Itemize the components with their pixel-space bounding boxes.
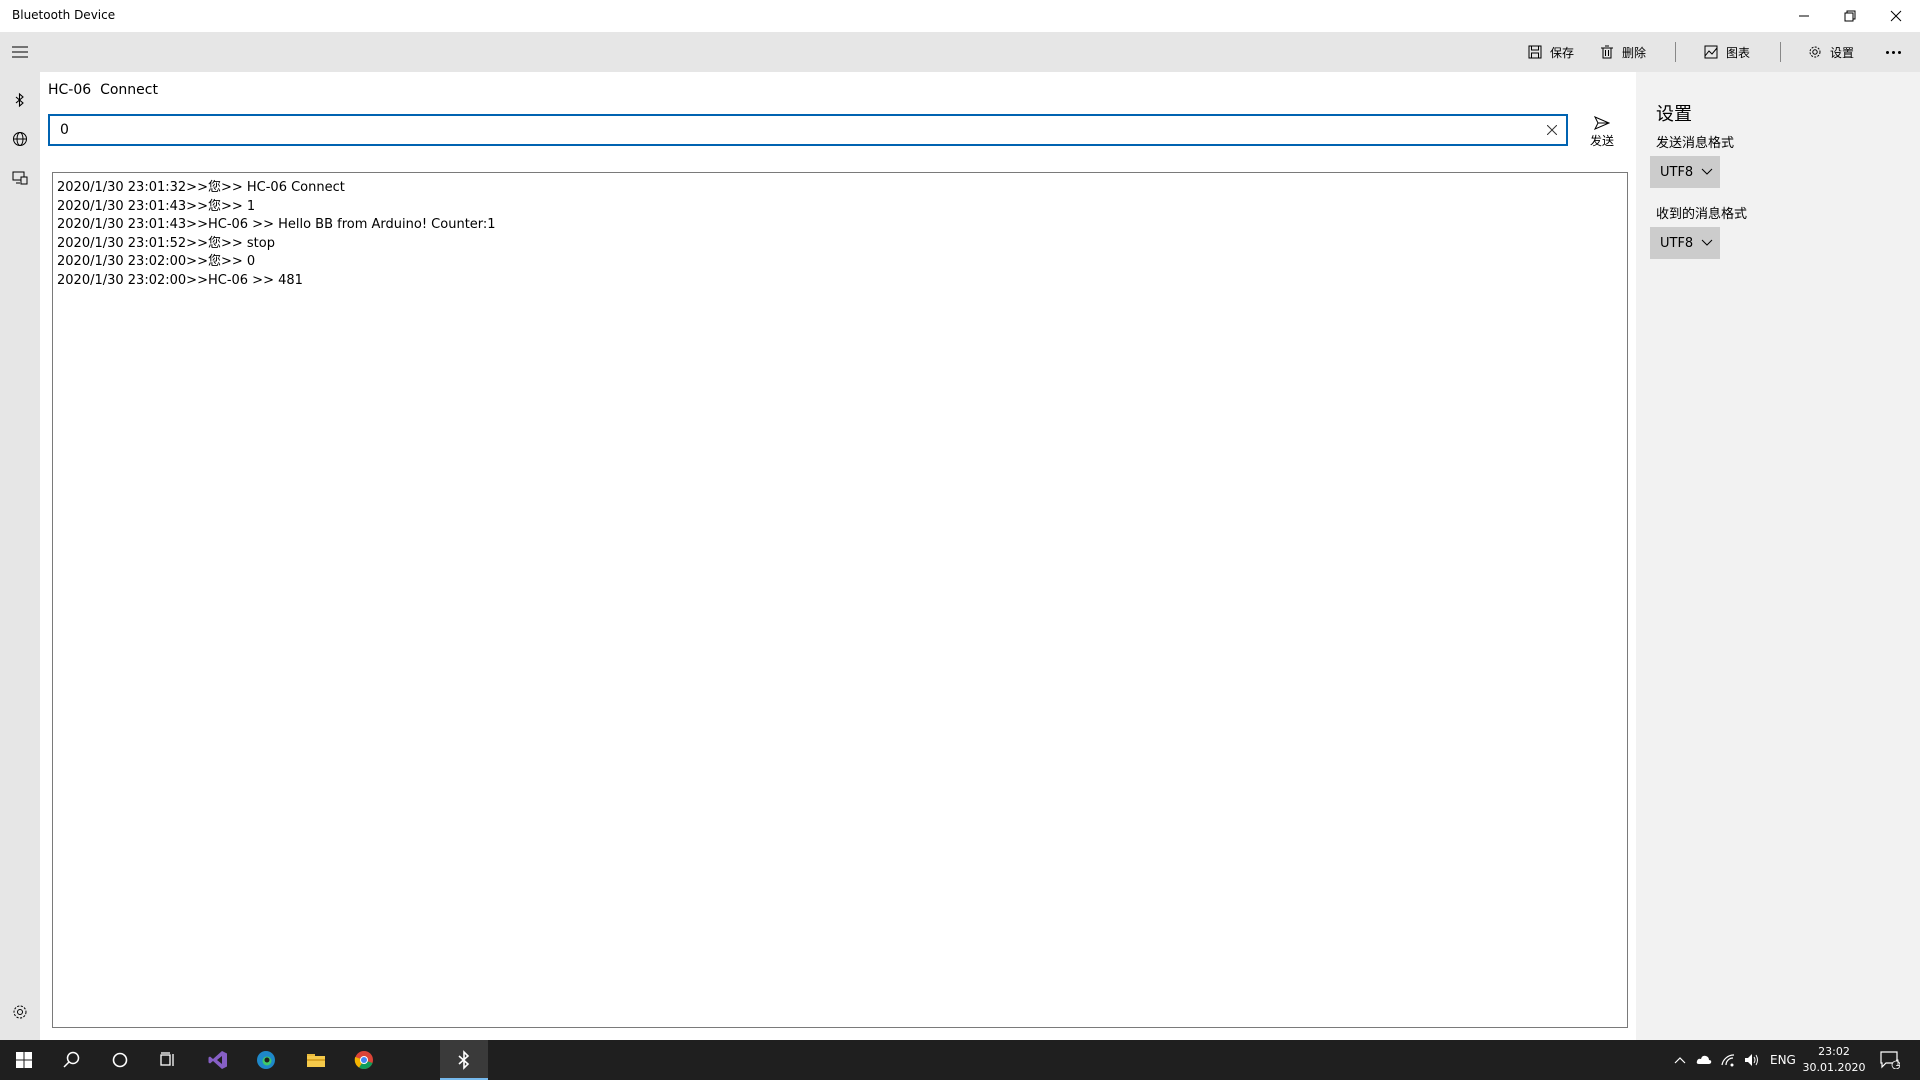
log-line: 2020/1/30 23:01:43>>您>> 1	[57, 198, 256, 214]
clear-input-button[interactable]	[1544, 122, 1560, 138]
tray-volume[interactable]	[1744, 1052, 1760, 1068]
receive-format-value: UTF8	[1660, 235, 1694, 251]
log-line: 2020/1/30 23:02:00>>您>> 0	[57, 254, 256, 269]
taskbar: ENG 23:02 30.01.2020 1	[0, 1040, 1920, 1080]
more-icon-dot	[1897, 50, 1901, 54]
start-button[interactable]	[0, 1040, 48, 1080]
left-navigation	[0, 72, 40, 1040]
log-line: 2020/1/30 23:01:32>>您>> HC-06 Connect	[57, 180, 345, 195]
edge-icon	[257, 1051, 275, 1069]
volume-icon	[1745, 1054, 1758, 1066]
save-icon	[1528, 45, 1542, 59]
task-view-button[interactable]	[144, 1040, 192, 1080]
windows-icon	[16, 1052, 32, 1068]
send-format-dropdown[interactable]: UTF8	[1650, 156, 1720, 188]
chrome-icon	[354, 1051, 373, 1070]
cortana-button[interactable]	[96, 1040, 144, 1080]
cloud-icon	[1696, 1055, 1712, 1064]
settings-title: 设置	[1656, 104, 1692, 125]
close-button[interactable]	[1873, 0, 1919, 32]
globe-icon	[13, 132, 27, 146]
cortana-icon	[112, 1052, 128, 1068]
nav-network[interactable]	[10, 129, 30, 149]
log-line: 2020/1/30 23:01:43>>HC-06 >> Hello BB fr…	[57, 217, 496, 232]
devices-icon	[12, 171, 28, 185]
taskbar-search-button[interactable]	[48, 1040, 96, 1080]
folder-icon	[307, 1054, 325, 1067]
clock-date: 30.01.2020	[1802, 1061, 1866, 1074]
bluetooth-icon	[15, 92, 24, 108]
send-icon	[1594, 116, 1610, 130]
device-name: HC-06	[48, 82, 92, 98]
log-line: 2020/1/30 23:02:00>>HC-06 >> 481	[57, 272, 303, 288]
taskbar-clock[interactable]: 23:02 30.01.2020	[1798, 1044, 1870, 1076]
send-format-value: UTF8	[1660, 164, 1694, 180]
taskbar-visual-studio[interactable]	[194, 1040, 242, 1080]
settings-button[interactable]: 设置	[1804, 38, 1858, 66]
trash-icon	[1601, 45, 1613, 59]
close-icon	[1890, 10, 1902, 22]
more-options-button[interactable]	[1878, 40, 1908, 64]
visual-studio-icon	[208, 1051, 227, 1069]
search-icon	[63, 1051, 80, 1068]
hamburger-menu-button[interactable]	[8, 38, 32, 66]
settings-panel: 设置 发送消息格式 UTF8 收到的消息格式 UTF8	[1636, 72, 1920, 1040]
delete-button[interactable]: 删除	[1596, 38, 1650, 66]
tray-wifi[interactable]	[1720, 1052, 1736, 1068]
nav-settings[interactable]	[10, 1002, 30, 1022]
tray-onedrive[interactable]	[1696, 1052, 1712, 1068]
restore-button[interactable]	[1827, 0, 1873, 32]
device-header: HC-06 Connect	[48, 82, 158, 98]
chart-label: 图表	[1726, 45, 1751, 60]
taskbar-bluetooth-app[interactable]	[440, 1040, 488, 1080]
more-icon	[1885, 50, 1889, 54]
message-input[interactable]	[50, 116, 1530, 144]
wifi-icon	[1721, 1054, 1735, 1067]
send-format-label: 发送消息格式	[1656, 136, 1735, 151]
action-center-button[interactable]: 1	[1880, 1050, 1901, 1070]
show-hidden-icons-button[interactable]	[1672, 1052, 1688, 1068]
hamburger-icon	[12, 46, 28, 58]
settings-label: 设置	[1830, 45, 1855, 60]
close-icon	[1547, 125, 1557, 135]
toolbar-separator	[1780, 42, 1781, 62]
nav-bluetooth[interactable]	[10, 90, 30, 110]
input-language[interactable]: ENG	[1770, 1053, 1796, 1067]
delete-label: 删除	[1622, 45, 1647, 60]
log-line: 2020/1/30 23:01:52>>您>> stop	[57, 235, 275, 251]
nav-devices[interactable]	[10, 168, 30, 188]
bluetooth-icon	[458, 1050, 470, 1070]
chevron-up-icon	[1674, 1057, 1686, 1064]
message-log[interactable]: 2020/1/30 23:01:32>>您>> HC-06 Connect 20…	[52, 172, 1628, 1028]
title-bar: Bluetooth Device	[0, 0, 1920, 32]
device-status: Connect	[100, 82, 158, 98]
save-button[interactable]: 保存	[1524, 38, 1578, 66]
toolbar-separator	[1675, 42, 1676, 62]
chart-button[interactable]: 图表	[1700, 38, 1754, 66]
minimize-icon	[1799, 15, 1809, 17]
chevron-down-icon	[1701, 168, 1713, 175]
save-label: 保存	[1550, 45, 1575, 60]
taskbar-file-explorer[interactable]	[292, 1040, 340, 1080]
window-title: Bluetooth Device	[12, 8, 116, 22]
notification-count: 1	[1895, 1059, 1901, 1069]
gear-icon	[13, 1005, 27, 1019]
receive-format-label: 收到的消息格式	[1656, 207, 1748, 222]
more-icon-dot	[1891, 50, 1895, 54]
main-content: HC-06 Connect 发送 2020/1/30 23:01:32>>您>>…	[40, 72, 1636, 1040]
minimize-button[interactable]	[1781, 0, 1827, 32]
send-button[interactable]: 发送	[1580, 116, 1624, 156]
message-input-box	[48, 114, 1568, 146]
restore-icon	[1844, 10, 1856, 22]
receive-format-dropdown[interactable]: UTF8	[1650, 227, 1720, 259]
send-label: 发送	[1589, 134, 1614, 148]
taskbar-edge[interactable]	[242, 1040, 290, 1080]
gear-icon	[1809, 46, 1821, 58]
taskbar-chrome[interactable]	[340, 1040, 388, 1080]
task-view-icon	[160, 1052, 174, 1066]
chevron-down-icon	[1701, 239, 1713, 246]
chart-icon	[1704, 45, 1718, 59]
command-bar: 保存 删除 图表 设置	[0, 32, 1920, 72]
clock-time: 23:02	[1818, 1045, 1850, 1058]
